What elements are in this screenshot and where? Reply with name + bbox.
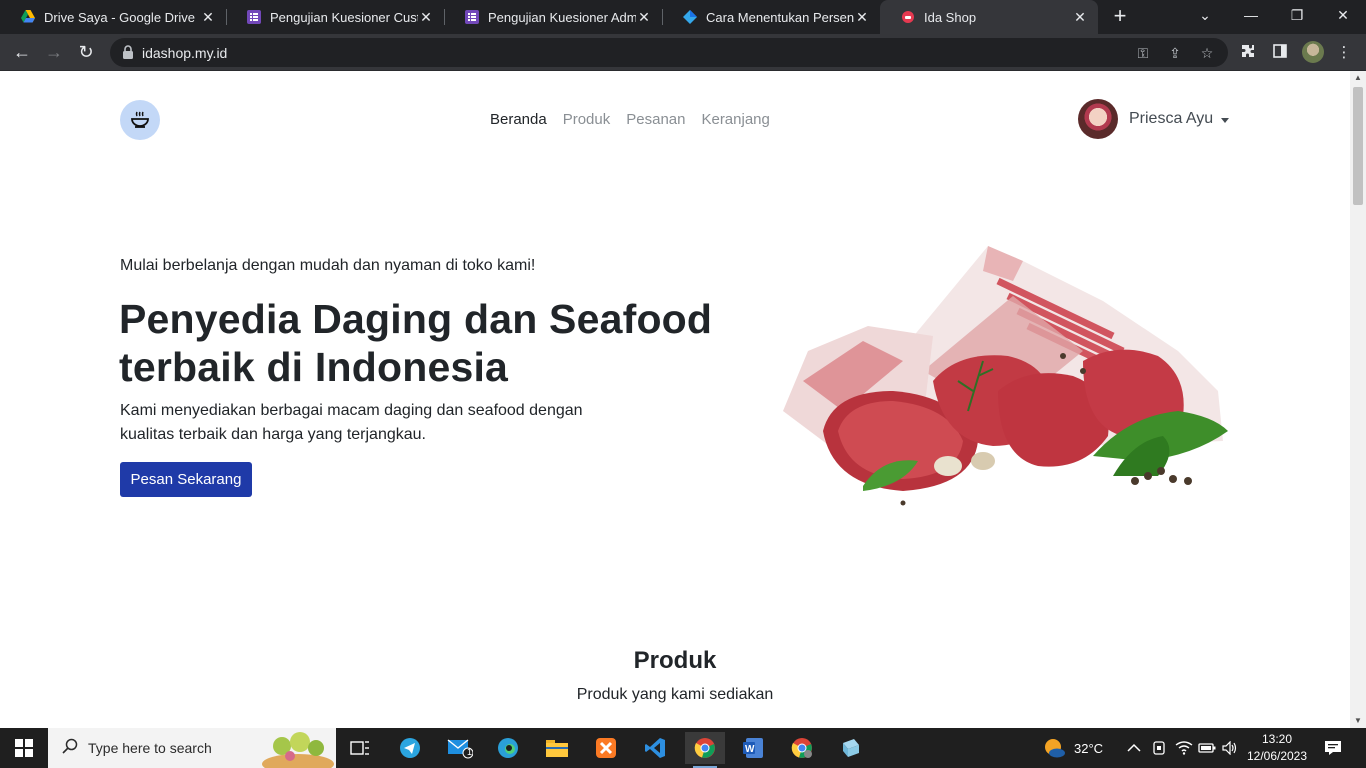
weather-widget[interactable]: 32°C xyxy=(1042,728,1103,768)
chrome-icon[interactable] xyxy=(685,732,725,768)
reload-button[interactable]: ↻ xyxy=(72,38,100,66)
app-generic-icon[interactable] xyxy=(831,732,871,764)
google-drive-icon xyxy=(20,9,36,25)
nav-produk[interactable]: Produk xyxy=(563,111,611,128)
taskbar-clock[interactable]: 13:20 12/06/2023 xyxy=(1244,731,1310,765)
word-icon[interactable]: W xyxy=(733,732,773,764)
volume-icon[interactable] xyxy=(1222,728,1238,768)
side-panel-icon[interactable] xyxy=(1270,43,1290,63)
address-bar[interactable]: idashop.my.id ⚿ ⇪ ☆ xyxy=(110,38,1228,67)
browser-toolbar: ← → ↻ idashop.my.id ⚿ ⇪ ☆ ⋮ xyxy=(0,34,1366,71)
edge-icon[interactable] xyxy=(488,732,528,764)
products-section-title: Produk xyxy=(633,647,717,674)
show-hidden-icons-chevron-icon[interactable] xyxy=(1127,728,1141,768)
extensions-puzzle-icon[interactable] xyxy=(1238,43,1258,63)
close-tab-icon[interactable]: ✕ xyxy=(418,9,434,26)
tab-kuesioner-customer[interactable]: Pengujian Kuesioner Customer ✕ xyxy=(226,0,444,34)
hero-title: Penyedia Daging dan Seafood terbaik di I… xyxy=(119,296,713,390)
battery-icon[interactable] xyxy=(1198,728,1216,768)
search-placeholder[interactable]: Type here to search xyxy=(88,740,212,756)
xampp-icon[interactable] xyxy=(586,732,626,764)
scroll-up-arrow-icon[interactable]: ▲ xyxy=(1350,71,1366,85)
profile-avatar[interactable] xyxy=(1302,41,1324,63)
food-bowl-icon xyxy=(131,111,149,128)
url-text[interactable]: idashop.my.id xyxy=(142,45,227,61)
close-tab-icon[interactable]: ✕ xyxy=(636,9,652,26)
back-button[interactable]: ← xyxy=(8,38,36,66)
meet-now-icon[interactable] xyxy=(1152,728,1166,768)
share-icon[interactable]: ⇪ xyxy=(1166,44,1184,62)
lock-icon[interactable] xyxy=(122,45,134,64)
windows-logo-icon xyxy=(15,739,33,757)
hero-description: Kami menyediakan berbagai macam daging d… xyxy=(120,402,583,443)
main-nav: Beranda Produk Pesanan Keranjang xyxy=(490,111,770,128)
site-logo[interactable] xyxy=(120,100,160,140)
clock-time: 13:20 xyxy=(1261,732,1293,746)
notifications-icon[interactable] xyxy=(1324,728,1342,768)
wifi-icon[interactable] xyxy=(1175,728,1193,768)
nav-pesanan[interactable]: Pesanan xyxy=(626,111,685,128)
user-menu[interactable]: Priesca Ayu xyxy=(1078,99,1230,139)
weather-sun-cloud-icon xyxy=(1045,739,1065,758)
nav-beranda[interactable]: Beranda xyxy=(490,111,547,128)
file-explorer-icon[interactable] xyxy=(537,732,577,764)
taskbar-search-box[interactable]: Type here to search xyxy=(48,728,336,768)
key-icon[interactable]: ⚿ xyxy=(1134,44,1152,62)
hero-tagline: Mulai berbelanja dengan mudah dan nyaman… xyxy=(120,257,536,274)
scrollbar-thumb[interactable] xyxy=(1353,87,1363,205)
telegram-icon[interactable] xyxy=(390,732,430,764)
mail-icon[interactable]: 1 xyxy=(440,732,480,764)
bookmark-star-icon[interactable]: ☆ xyxy=(1198,44,1216,62)
forward-button[interactable]: → xyxy=(40,38,68,66)
clock-date: 12/06/2023 xyxy=(1246,749,1308,763)
task-view-icon[interactable] xyxy=(340,732,380,764)
page-scrollbar[interactable]: ▲ ▼ xyxy=(1350,71,1366,728)
start-button[interactable] xyxy=(0,728,48,768)
diamond-icon xyxy=(682,9,698,25)
products-section-subtitle: Produk yang kami sediakan xyxy=(576,686,774,703)
page-viewport: Beranda Produk Pesanan Keranjang Priesca… xyxy=(0,71,1350,728)
tab-search-chevron-icon[interactable]: ⌄ xyxy=(1182,0,1228,32)
minimize-button[interactable]: — xyxy=(1228,0,1274,32)
ida-shop-favicon xyxy=(900,9,916,25)
close-tab-icon[interactable]: ✕ xyxy=(854,9,870,26)
weather-temperature: 32°C xyxy=(1074,740,1104,756)
windows-taskbar: Type here to search 1 W 32°C 13:20 12/06… xyxy=(0,728,1366,768)
user-name[interactable]: Priesca Ayu xyxy=(1129,110,1213,128)
svg-text:W: W xyxy=(745,744,755,755)
close-window-button[interactable]: ✕ xyxy=(1320,0,1366,32)
vscode-icon[interactable] xyxy=(635,732,675,764)
dropdown-caret-icon[interactable] xyxy=(1221,117,1230,123)
search-highlight-image xyxy=(260,728,336,768)
tab-google-drive[interactable]: Drive Saya - Google Drive ✕ xyxy=(0,0,226,34)
avatar[interactable] xyxy=(1078,99,1118,139)
tab-kuesioner-admin[interactable]: Pengujian Kuesioner Admin - ✕ xyxy=(444,0,662,34)
mail-badge: 1 xyxy=(467,747,473,757)
new-tab-button[interactable]: + xyxy=(1108,4,1132,30)
scroll-down-arrow-icon[interactable]: ▼ xyxy=(1350,714,1366,728)
chrome-profile-icon[interactable] xyxy=(782,732,822,764)
close-tab-icon[interactable]: ✕ xyxy=(200,9,216,26)
browser-tab-strip: Drive Saya - Google Drive ✕ Pengujian Ku… xyxy=(0,0,1366,34)
meat-hero-image xyxy=(783,246,1228,506)
tab-ida-shop[interactable]: Ida Shop ✕ xyxy=(880,0,1098,34)
order-now-button[interactable]: Pesan Sekarang xyxy=(120,462,252,497)
close-tab-icon[interactable]: ✕ xyxy=(1072,9,1088,26)
chrome-menu-icon[interactable]: ⋮ xyxy=(1334,43,1354,63)
google-forms-icon xyxy=(246,9,262,25)
tab-persentase[interactable]: Cara Menentukan Persentase ✕ xyxy=(662,0,880,34)
search-icon xyxy=(62,738,78,759)
google-forms-icon xyxy=(464,9,480,25)
restore-button[interactable]: ❐ xyxy=(1274,0,1320,32)
nav-keranjang[interactable]: Keranjang xyxy=(701,111,769,128)
